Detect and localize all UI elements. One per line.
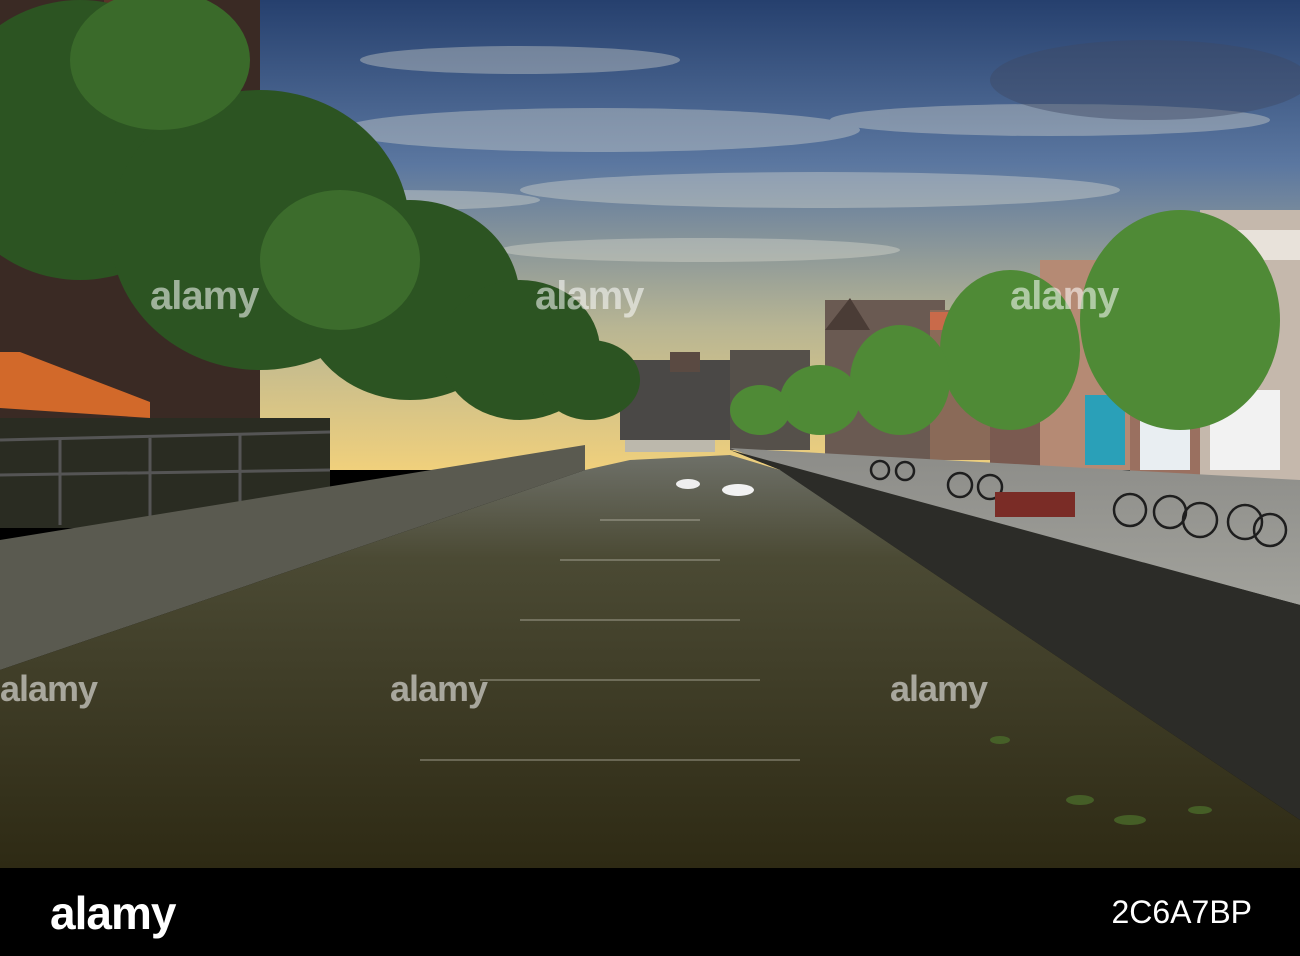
watermark-bottom-left: alamy [0,668,98,709]
dark-cloud [990,40,1300,120]
watermark-top: alamy [150,274,259,318]
alamy-logo: alamy [50,887,176,939]
photo: alamy alamy alamy alamy alamy alamy [0,0,1300,868]
image-id: 2C6A7BP [1111,894,1252,930]
watermark-center: alamy [535,274,644,318]
boat-1 [676,479,700,489]
boat-2 [722,484,754,496]
bridge [625,440,715,452]
footer-bar: alamy 2C6A7BP [0,868,1300,956]
bench [995,492,1075,517]
watermark-right: alamy [1010,274,1119,318]
watermark-bottom-mid: alamy [390,668,488,709]
watermark-bottom-right: alamy [890,668,988,709]
